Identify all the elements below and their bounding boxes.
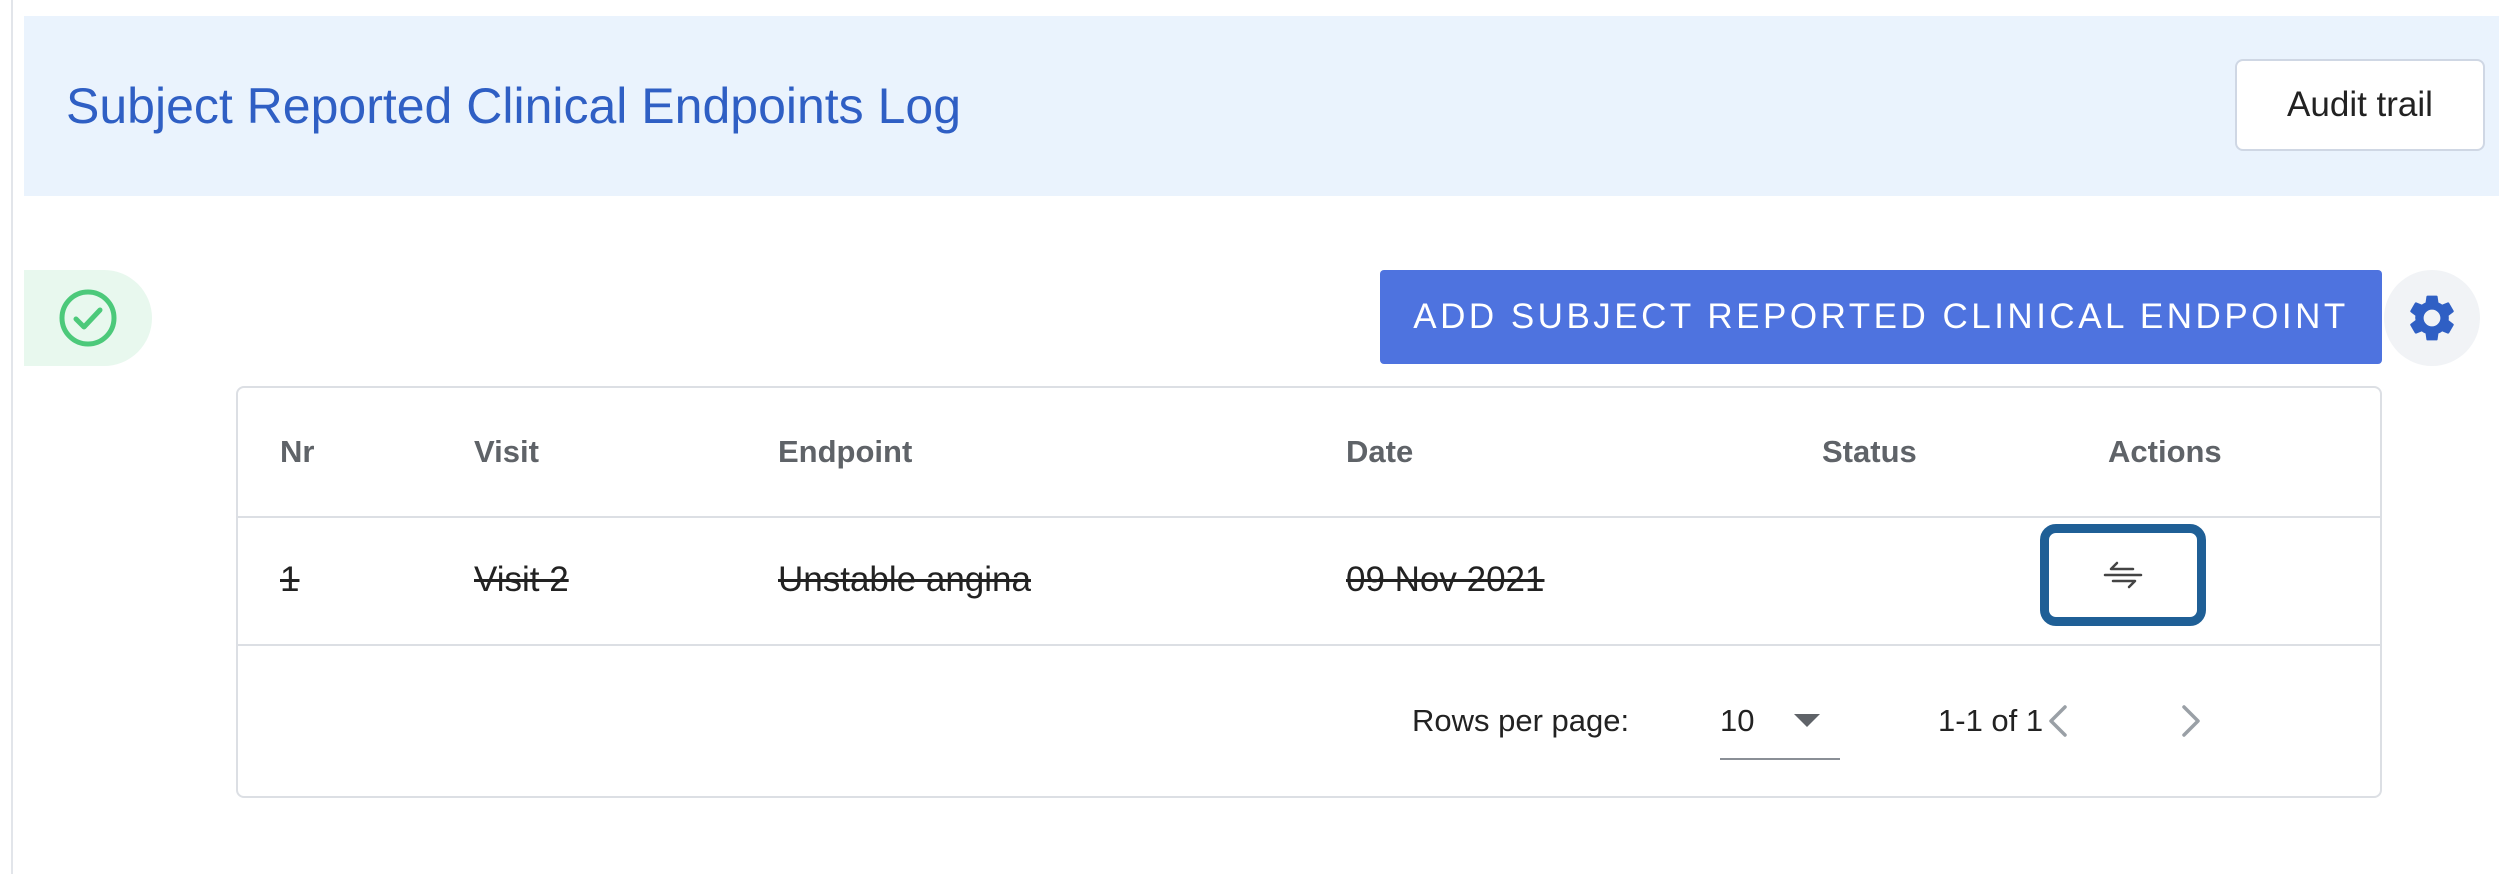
restore-icon (2103, 561, 2143, 589)
restore-row-button[interactable] (2040, 524, 2206, 626)
column-header-nr: Nr (280, 434, 315, 469)
page-header: Subject Reported Clinical Endpoints Log … (24, 16, 2499, 196)
column-header-visit: Visit (474, 434, 539, 469)
column-header-status: Status (1822, 434, 1917, 469)
table-row: 1 Visit 2 Unstable angina 09 Nov 2021 (238, 516, 2380, 646)
rows-per-page-value: 10 (1720, 703, 1755, 738)
page-range: 1-1 of 1 (1938, 703, 2044, 738)
cell-nr: 1 (280, 560, 300, 599)
column-header-actions: Actions (2108, 434, 2222, 469)
cell-endpoint: Unstable angina (778, 560, 1031, 599)
table-header: Nr Visit Endpoint Date Status Actions (238, 388, 2380, 518)
rows-per-page-label: Rows per page: (1412, 703, 1630, 738)
column-header-endpoint: Endpoint (778, 434, 913, 469)
chevron-left-icon (2049, 705, 2067, 737)
gear-icon (2410, 295, 2454, 341)
audit-trail-button[interactable]: Audit trail (2235, 59, 2485, 151)
chevron-right-icon (2182, 705, 2200, 737)
endpoints-table: Nr Visit Endpoint Date Status Actions 1 … (236, 386, 2382, 798)
previous-page-button[interactable] (2030, 693, 2086, 749)
cell-visit: Visit 2 (474, 560, 569, 599)
cell-date: 09 Nov 2021 (1346, 560, 1545, 599)
status-indicator (24, 270, 152, 366)
chevron-down-icon (1794, 714, 1820, 727)
next-page-button[interactable] (2163, 693, 2219, 749)
add-endpoint-button[interactable]: ADD SUBJECT REPORTED CLINICAL ENDPOINT (1380, 270, 2382, 364)
page-title: Subject Reported Clinical Endpoints Log (66, 78, 961, 134)
rows-per-page-select[interactable]: 10 (1720, 684, 1840, 760)
column-header-date: Date (1346, 434, 1414, 469)
check-circle-icon (59, 289, 117, 347)
table-pagination: Rows per page: 10 1-1 of 1 (238, 646, 2380, 796)
settings-button[interactable] (2384, 270, 2480, 366)
left-divider (11, 0, 13, 874)
